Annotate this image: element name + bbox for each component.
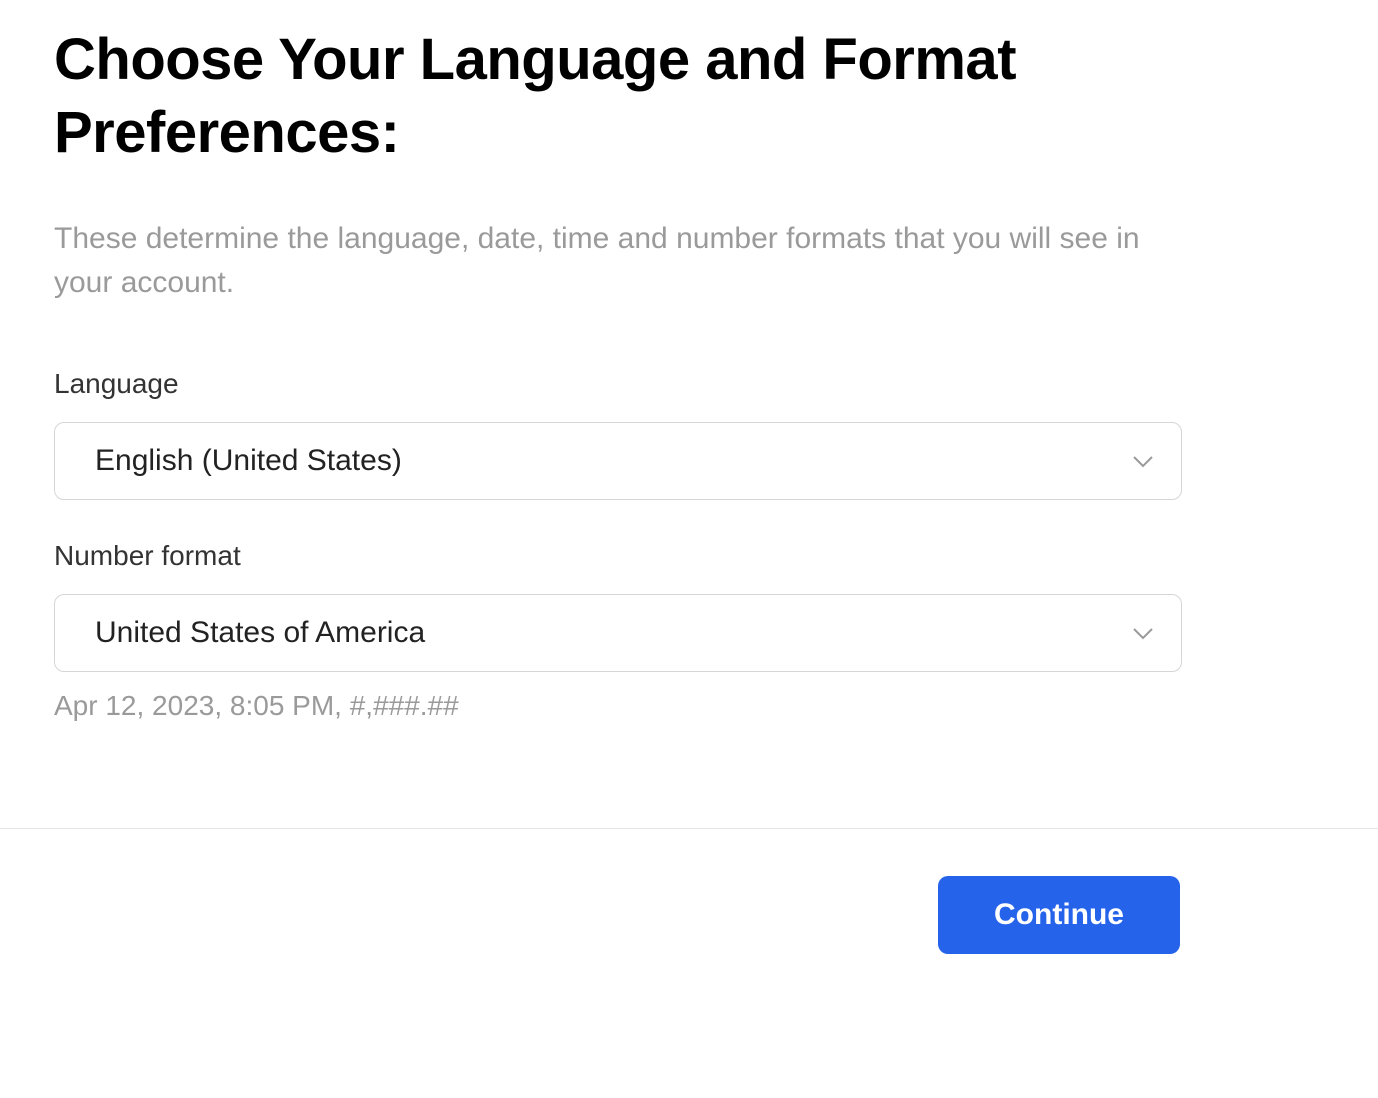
- language-field-group: Language English (United States): [54, 368, 1324, 500]
- language-select[interactable]: English (United States): [54, 422, 1182, 500]
- page-subtitle: These determine the language, date, time…: [54, 217, 1154, 304]
- number-format-label: Number format: [54, 540, 1324, 572]
- number-format-example: Apr 12, 2023, 8:05 PM, #,###.##: [54, 690, 1324, 722]
- continue-button[interactable]: Continue: [938, 876, 1180, 954]
- page-title: Choose Your Language and Format Preferen…: [54, 24, 1324, 169]
- number-format-select[interactable]: United States of America: [54, 594, 1182, 672]
- number-format-select-value: United States of America: [95, 616, 425, 650]
- language-select-value: English (United States): [95, 444, 402, 478]
- number-format-field-group: Number format United States of America A…: [54, 540, 1324, 722]
- language-label: Language: [54, 368, 1324, 400]
- footer-divider: [0, 828, 1378, 829]
